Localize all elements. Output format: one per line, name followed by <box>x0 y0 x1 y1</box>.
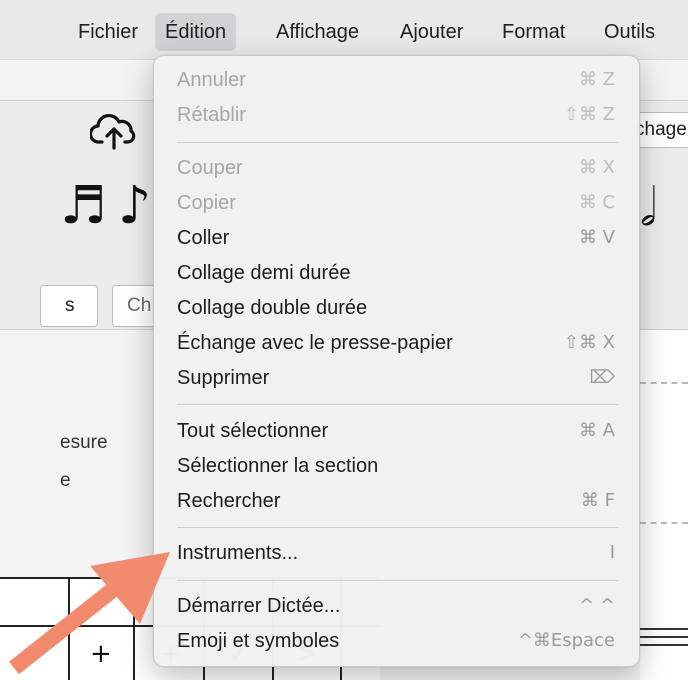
menu-item-select-section[interactable]: Sélectionner la section <box>154 450 639 482</box>
menu-separator <box>177 404 618 405</box>
shortcut-label: ⌘ Z <box>578 69 615 90</box>
menu-item-dictation[interactable]: Démarrer Dictée... ^ ^ <box>154 590 639 622</box>
shortcut-label: ⌘ X <box>578 157 615 178</box>
shortcut-label: ⌘ V <box>578 227 615 248</box>
side-label: esure <box>60 432 108 453</box>
shortcut-label: I <box>609 542 615 563</box>
menu-item-label: Sélectionner la section <box>177 455 379 477</box>
menu-item-label: Instruments... <box>177 542 299 564</box>
menu-item-label: Collage double durée <box>177 297 368 319</box>
menu-item-label: Emoji et symboles <box>177 630 340 652</box>
menu-item-cut[interactable]: Couper ⌘ X <box>154 152 639 184</box>
menu-item-label: Coller <box>177 227 230 249</box>
shortcut-label: ^⌘Espace <box>517 630 615 651</box>
shortcut-label: ⌘ A <box>578 420 615 441</box>
forward-delete-icon: ⌦ <box>589 367 615 388</box>
shortcut-label: ⇧⌘ X <box>563 332 615 353</box>
shortcut-label: ⇧⌘ Z <box>563 104 615 125</box>
menu-separator <box>177 142 618 143</box>
menu-item-redo[interactable]: Rétablir ⇧⌘ Z <box>154 99 639 131</box>
dashed-guide <box>640 522 688 524</box>
menu-item-label: Tout sélectionner <box>177 420 329 442</box>
menu-ajouter[interactable]: Ajouter <box>390 13 473 51</box>
menu-item-label: Couper <box>177 157 243 179</box>
menu-separator <box>177 527 618 528</box>
menu-outils[interactable]: Outils <box>594 13 665 51</box>
menu-item-swap-clipboard[interactable]: Échange avec le presse-papier ⇧⌘ X <box>154 327 639 359</box>
menu-bar: Fichier Édition Affichage Ajouter Format… <box>0 0 688 60</box>
menu-item-label: Rechercher <box>177 490 281 512</box>
shortcut-label: ⌘ C <box>578 192 615 213</box>
menu-edition[interactable]: Édition <box>155 13 237 51</box>
half-note-icon[interactable]: 𝅗𝅥 <box>640 178 657 239</box>
sixteenth-note-icon[interactable]: ♪ <box>118 180 151 232</box>
menu-item-delete[interactable]: Supprimer ⌦ <box>154 362 639 394</box>
menu-item-paste-half[interactable]: Collage demi durée <box>154 257 639 289</box>
menu-item-label: Copier <box>177 192 236 214</box>
menu-item-label: Rétablir <box>177 104 246 126</box>
menu-item-label: Supprimer <box>177 367 270 389</box>
menu-item-label: Démarrer Dictée... <box>177 595 341 617</box>
menu-fichier[interactable]: Fichier <box>68 13 148 51</box>
sixteenth-note-icon[interactable]: ♬ <box>60 180 107 232</box>
filter-button[interactable]: s <box>40 285 98 327</box>
staff-line <box>640 644 688 646</box>
side-label: e <box>60 470 71 491</box>
menu-affichage[interactable]: Affichage <box>266 13 369 51</box>
menu-item-undo[interactable]: Annuler ⌘ Z <box>154 64 639 96</box>
staff-line <box>640 628 688 630</box>
menu-item-paste-double[interactable]: Collage double durée <box>154 292 639 324</box>
menu-item-paste[interactable]: Coller ⌘ V <box>154 222 639 254</box>
dashed-guide <box>640 382 688 384</box>
menu-item-select-all[interactable]: Tout sélectionner ⌘ A <box>154 415 639 447</box>
menu-item-emoji[interactable]: Emoji et symboles ^⌘Espace <box>154 625 639 657</box>
menu-format[interactable]: Format <box>492 13 575 51</box>
cloud-upload-icon[interactable] <box>88 112 138 157</box>
menu-separator <box>177 580 618 581</box>
shortcut-label: ^ ^ <box>579 595 615 616</box>
menu-item-instruments[interactable]: Instruments... I <box>154 537 639 569</box>
menu-item-label: Annuler <box>177 69 246 91</box>
menu-item-copy[interactable]: Copier ⌘ C <box>154 187 639 219</box>
menu-item-label: Collage demi durée <box>177 262 351 284</box>
annotation-arrow-icon <box>9 552 170 675</box>
menu-item-find[interactable]: Rechercher ⌘ F <box>154 485 639 517</box>
staff-line <box>640 636 688 638</box>
shortcut-label: ⌘ F <box>580 490 615 511</box>
edit-menu: Annuler ⌘ Z Rétablir ⇧⌘ Z Couper ⌘ X Cop… <box>153 55 640 667</box>
menu-item-label: Échange avec le presse-papier <box>177 332 453 354</box>
